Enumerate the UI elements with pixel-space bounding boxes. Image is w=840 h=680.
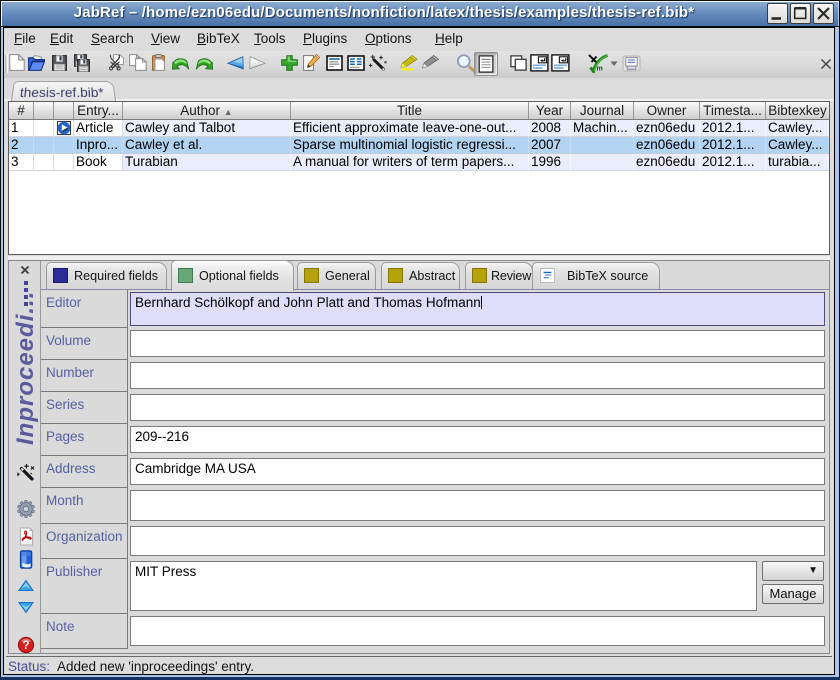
svg-text:?: ? [22, 640, 29, 652]
svg-text:m: m [597, 66, 603, 73]
